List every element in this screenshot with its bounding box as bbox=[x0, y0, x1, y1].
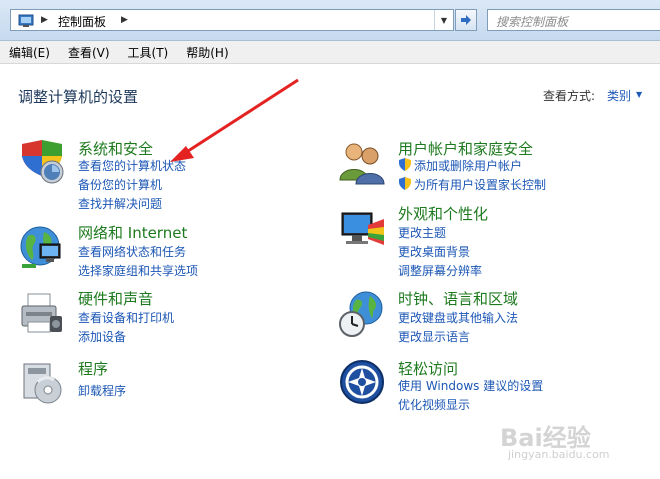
search-input[interactable]: 搜索控制面板 bbox=[487, 9, 660, 31]
category-title[interactable]: 硬件和声音 bbox=[78, 288, 153, 309]
programs-icon[interactable] bbox=[18, 358, 66, 406]
link-troubleshoot[interactable]: 查找并解决问题 bbox=[78, 195, 162, 212]
link-optimize-display[interactable]: 优化视频显示 bbox=[398, 396, 470, 413]
breadcrumb-control-panel[interactable]: 控制面板 bbox=[58, 13, 106, 30]
chevron-down-icon[interactable]: ▼ bbox=[434, 10, 453, 30]
uac-shield-icon bbox=[399, 177, 411, 190]
category-title[interactable]: 程序 bbox=[78, 358, 108, 379]
accessibility-icon[interactable] bbox=[338, 358, 386, 406]
category-title[interactable]: 轻松访问 bbox=[398, 358, 458, 379]
control-panel-icon bbox=[18, 13, 34, 32]
category-title[interactable]: 外观和个性化 bbox=[398, 203, 488, 224]
link-devices-printers[interactable]: 查看设备和打印机 bbox=[78, 309, 174, 326]
menu-tools[interactable]: 工具(T) bbox=[119, 44, 178, 61]
page-title: 调整计算机的设置 bbox=[18, 88, 139, 106]
printer-icon[interactable] bbox=[18, 290, 66, 338]
address-bar[interactable]: ▶ 控制面板 ▶ ▼ bbox=[10, 9, 454, 31]
menu-view[interactable]: 查看(V) bbox=[59, 44, 119, 61]
link-screen-resolution[interactable]: 调整屏幕分辨率 bbox=[398, 262, 482, 279]
chevron-down-icon[interactable]: ▼ bbox=[636, 90, 642, 99]
uac-shield-icon bbox=[399, 158, 411, 171]
search-placeholder: 搜索控制面板 bbox=[496, 15, 569, 29]
link-change-theme[interactable]: 更改主题 bbox=[398, 224, 446, 241]
link-change-keyboard[interactable]: 更改键盘或其他输入法 bbox=[398, 309, 518, 326]
link-parental-controls[interactable]: 为所有用户设置家长控制 bbox=[414, 176, 546, 193]
link-desktop-background[interactable]: 更改桌面背景 bbox=[398, 243, 470, 260]
appearance-icon[interactable] bbox=[338, 205, 386, 253]
link-backup-computer[interactable]: 备份您的计算机 bbox=[78, 176, 162, 193]
link-network-status[interactable]: 查看网络状态和任务 bbox=[78, 243, 186, 260]
users-icon[interactable] bbox=[338, 138, 386, 186]
link-add-remove-accounts[interactable]: 添加或删除用户帐户 bbox=[414, 157, 522, 174]
breadcrumb-separator-icon[interactable]: ▶ bbox=[41, 15, 48, 25]
link-view-computer-status[interactable]: 查看您的计算机状态 bbox=[78, 157, 186, 174]
menu-edit[interactable]: 编辑(E) bbox=[0, 44, 59, 61]
category-title[interactable]: 网络和 Internet bbox=[78, 222, 187, 243]
watermark-url: jingyan.baidu.com bbox=[508, 448, 610, 461]
category-title[interactable]: 系统和安全 bbox=[78, 138, 153, 159]
category-title[interactable]: 用户帐户和家庭安全 bbox=[398, 138, 533, 159]
link-homegroup[interactable]: 选择家庭组和共享选项 bbox=[78, 262, 198, 279]
link-uninstall-program[interactable]: 卸载程序 bbox=[78, 382, 126, 399]
link-add-device[interactable]: 添加设备 bbox=[78, 328, 126, 345]
menu-bar: 编辑(E) 查看(V) 工具(T) 帮助(H) bbox=[0, 41, 660, 64]
breadcrumb-separator-icon[interactable]: ▶ bbox=[121, 15, 128, 25]
menu-help[interactable]: 帮助(H) bbox=[177, 44, 237, 61]
shield-icon[interactable] bbox=[18, 138, 66, 186]
refresh-icon bbox=[461, 15, 471, 25]
category-title[interactable]: 时钟、语言和区域 bbox=[398, 288, 518, 309]
link-recommended-settings[interactable]: 使用 Windows 建议的设置 bbox=[398, 377, 543, 394]
clock-globe-icon[interactable] bbox=[338, 290, 386, 338]
network-icon[interactable] bbox=[18, 224, 66, 272]
refresh-button[interactable] bbox=[455, 9, 477, 31]
link-display-language[interactable]: 更改显示语言 bbox=[398, 328, 470, 345]
viewby-label: 查看方式: bbox=[543, 89, 596, 103]
viewby-dropdown[interactable]: 类别 bbox=[607, 87, 631, 104]
address-bar-area: ▶ 控制面板 ▶ ▼ 搜索控制面板 bbox=[0, 0, 660, 41]
